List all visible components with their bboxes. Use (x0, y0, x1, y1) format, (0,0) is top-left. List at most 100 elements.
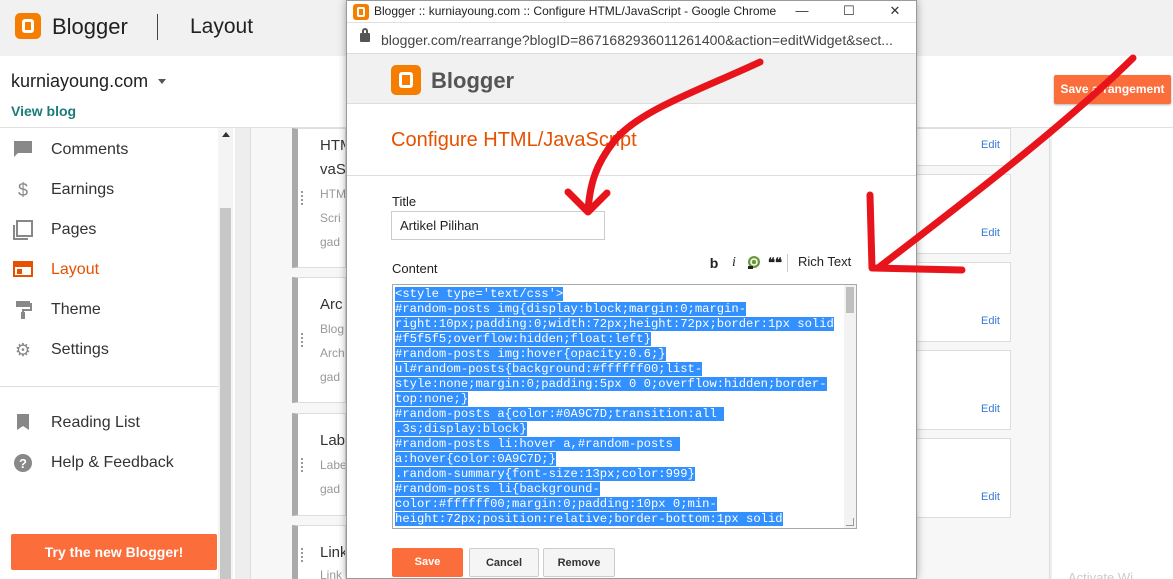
widget-link-list[interactable]: Link Link (292, 525, 346, 579)
code-line: #random-posts li{background- (395, 482, 840, 497)
widget-subtitle: Scri (320, 211, 341, 225)
sidebar-item-theme[interactable]: Theme (0, 290, 218, 330)
widget-archive[interactable]: Arc Blog Arch gad (292, 277, 346, 403)
drag-handle-icon[interactable] (301, 548, 303, 562)
sidebar-item-label: Settings (51, 341, 109, 358)
try-new-blogger-button[interactable]: Try the new Blogger! (11, 534, 217, 570)
widget-html-javascript[interactable]: HTM vaS HTM Scri gad (292, 128, 346, 268)
widget-subtitle: Arch (320, 346, 345, 360)
sidebar-item-help[interactable]: ? Help & Feedback (0, 443, 218, 483)
widget-title: Lab (320, 432, 346, 449)
save-button[interactable]: Save (392, 548, 463, 577)
code-line: a:hover{color:0A9C7D;} (395, 452, 840, 467)
quote-button[interactable]: ❝❝ (765, 254, 785, 272)
code-line: #random-posts img{display:block;margin:0… (395, 302, 840, 317)
code-line: style:none;margin:0;padding:5px 0 0;over… (395, 377, 840, 392)
sidebar-item-label: Layout (51, 261, 100, 278)
close-icon[interactable]: ✕ (885, 2, 905, 20)
edit-link[interactable]: Edit (981, 403, 1000, 415)
sidebar-item-reading-list[interactable]: Reading List (0, 403, 218, 443)
selected-code-text: color:#ffffff00;margin:0;padding:10px 0;… (395, 497, 717, 511)
edit-link[interactable]: Edit (981, 227, 1000, 239)
edit-link[interactable]: Edit (981, 139, 1000, 151)
edit-link[interactable]: Edit (981, 491, 1000, 503)
sidebar-item-label: Help & Feedback (51, 454, 174, 471)
chevron-down-icon[interactable] (158, 79, 166, 84)
maximize-icon[interactable]: ☐ (839, 2, 859, 20)
selected-code-text: top:none;} (395, 392, 469, 406)
view-blog-link[interactable]: View blog (11, 103, 76, 119)
sidebar-item-earnings[interactable]: $ Earnings (0, 170, 218, 210)
heading-divider (347, 175, 916, 176)
drag-handle-icon[interactable] (301, 333, 303, 347)
selected-code-text: ul#random-posts{background:#ffffff00;lis… (395, 362, 703, 376)
paint-roller-icon (12, 300, 34, 320)
sidebar-item-layout[interactable]: Layout (0, 250, 218, 290)
widget-subtitle: gad (320, 370, 341, 384)
link-button[interactable] (745, 254, 763, 272)
remove-button[interactable]: Remove (543, 548, 615, 577)
pages-icon (12, 220, 34, 240)
drag-handle-icon[interactable] (301, 191, 303, 205)
selected-code-text: right:10px;padding:0;width:72px;height:7… (395, 317, 834, 331)
sidebar-item-label: Pages (51, 221, 97, 238)
drag-handle-icon[interactable] (301, 457, 303, 472)
code-line: ul#random-posts{background:#ffffff00;lis… (395, 362, 840, 377)
minimize-icon[interactable]: — (792, 2, 812, 20)
sidebar-item-comments[interactable]: Comments (0, 130, 218, 170)
blogger-logo-icon (391, 65, 421, 95)
sidebar-item-label: Comments (51, 141, 129, 158)
selected-code-text: #random-posts img:hover{opacity:0.6;} (395, 347, 666, 361)
content-label: Content (392, 261, 438, 276)
code-line: <style type='text/css'> (395, 287, 840, 302)
selected-code-text: a:hover{color:0A9C7D;} (395, 452, 556, 466)
popup-brand-bar: Blogger (347, 54, 916, 104)
rich-text-toggle[interactable]: Rich Text (798, 254, 851, 269)
italic-button[interactable]: i (725, 254, 743, 272)
layout-icon (12, 260, 34, 280)
title-label: Title (392, 194, 417, 209)
edit-link[interactable]: Edit (981, 315, 1000, 327)
popup-window-title: Blogger :: kurniayoung.com :: Configure … (374, 4, 777, 18)
code-line: top:none;} (395, 392, 840, 407)
code-line: .3s;display:block} (395, 422, 840, 437)
resize-grip-icon[interactable] (846, 518, 854, 526)
title-input[interactable]: Artikel Pilihan (391, 211, 605, 240)
sidebar-item-label: Theme (51, 301, 101, 318)
bold-button[interactable]: b (705, 254, 723, 272)
sidebar-scrollbar-thumb[interactable] (220, 208, 231, 579)
code-line: .random-summary{font-size:13px;color:999… (395, 467, 840, 482)
widget-labels[interactable]: Lab Labe gad (292, 413, 346, 516)
cancel-button[interactable]: Cancel (469, 548, 539, 577)
dollar-icon: $ (17, 180, 28, 200)
blog-selector[interactable]: kurniayoung.com (11, 71, 148, 92)
widget-title: Arc (320, 296, 343, 313)
sidebar-item-label: Earnings (51, 181, 115, 198)
sidebar-item-pages[interactable]: Pages (0, 210, 218, 250)
save-arrangement-button[interactable]: Save arrangement (1054, 75, 1171, 104)
textarea-scrollbar-thumb[interactable] (846, 287, 854, 313)
widget-subtitle: gad (320, 235, 341, 249)
toolbar-divider (787, 254, 788, 272)
svg-text:?: ? (19, 456, 27, 471)
blogger-favicon-icon (353, 4, 369, 20)
widget-subtitle: Link (320, 568, 343, 579)
comment-icon (12, 140, 34, 160)
popup-url[interactable]: blogger.com/rearrange?blogID=86716829360… (381, 32, 906, 48)
widget-card-right: Edit (916, 262, 1011, 342)
header-divider (157, 14, 158, 40)
selected-code-text: <style type='text/css'> (395, 287, 564, 301)
blogger-logo-icon[interactable] (15, 13, 41, 39)
textarea-scrollbar[interactable] (844, 285, 856, 528)
code-line: height:72px;position:relative;border-bot… (395, 512, 840, 527)
code-line: #random-posts li:hover a,#random-posts (395, 437, 840, 452)
link-icon (748, 256, 760, 269)
content-textarea[interactable]: <style type='text/css'> #random-posts img… (392, 284, 857, 529)
selected-code-text: #random-posts li:hover a,#random-posts (395, 437, 681, 451)
sidebar-item-settings[interactable]: ⚙ Settings (0, 330, 218, 370)
lock-icon (360, 28, 370, 42)
sidebar-nav: Comments $ Earnings Pages Layout Theme ⚙… (0, 128, 235, 579)
widget-title: Link (320, 544, 346, 561)
sidebar-divider (0, 386, 218, 387)
scroll-up-arrow-icon[interactable] (222, 132, 230, 137)
